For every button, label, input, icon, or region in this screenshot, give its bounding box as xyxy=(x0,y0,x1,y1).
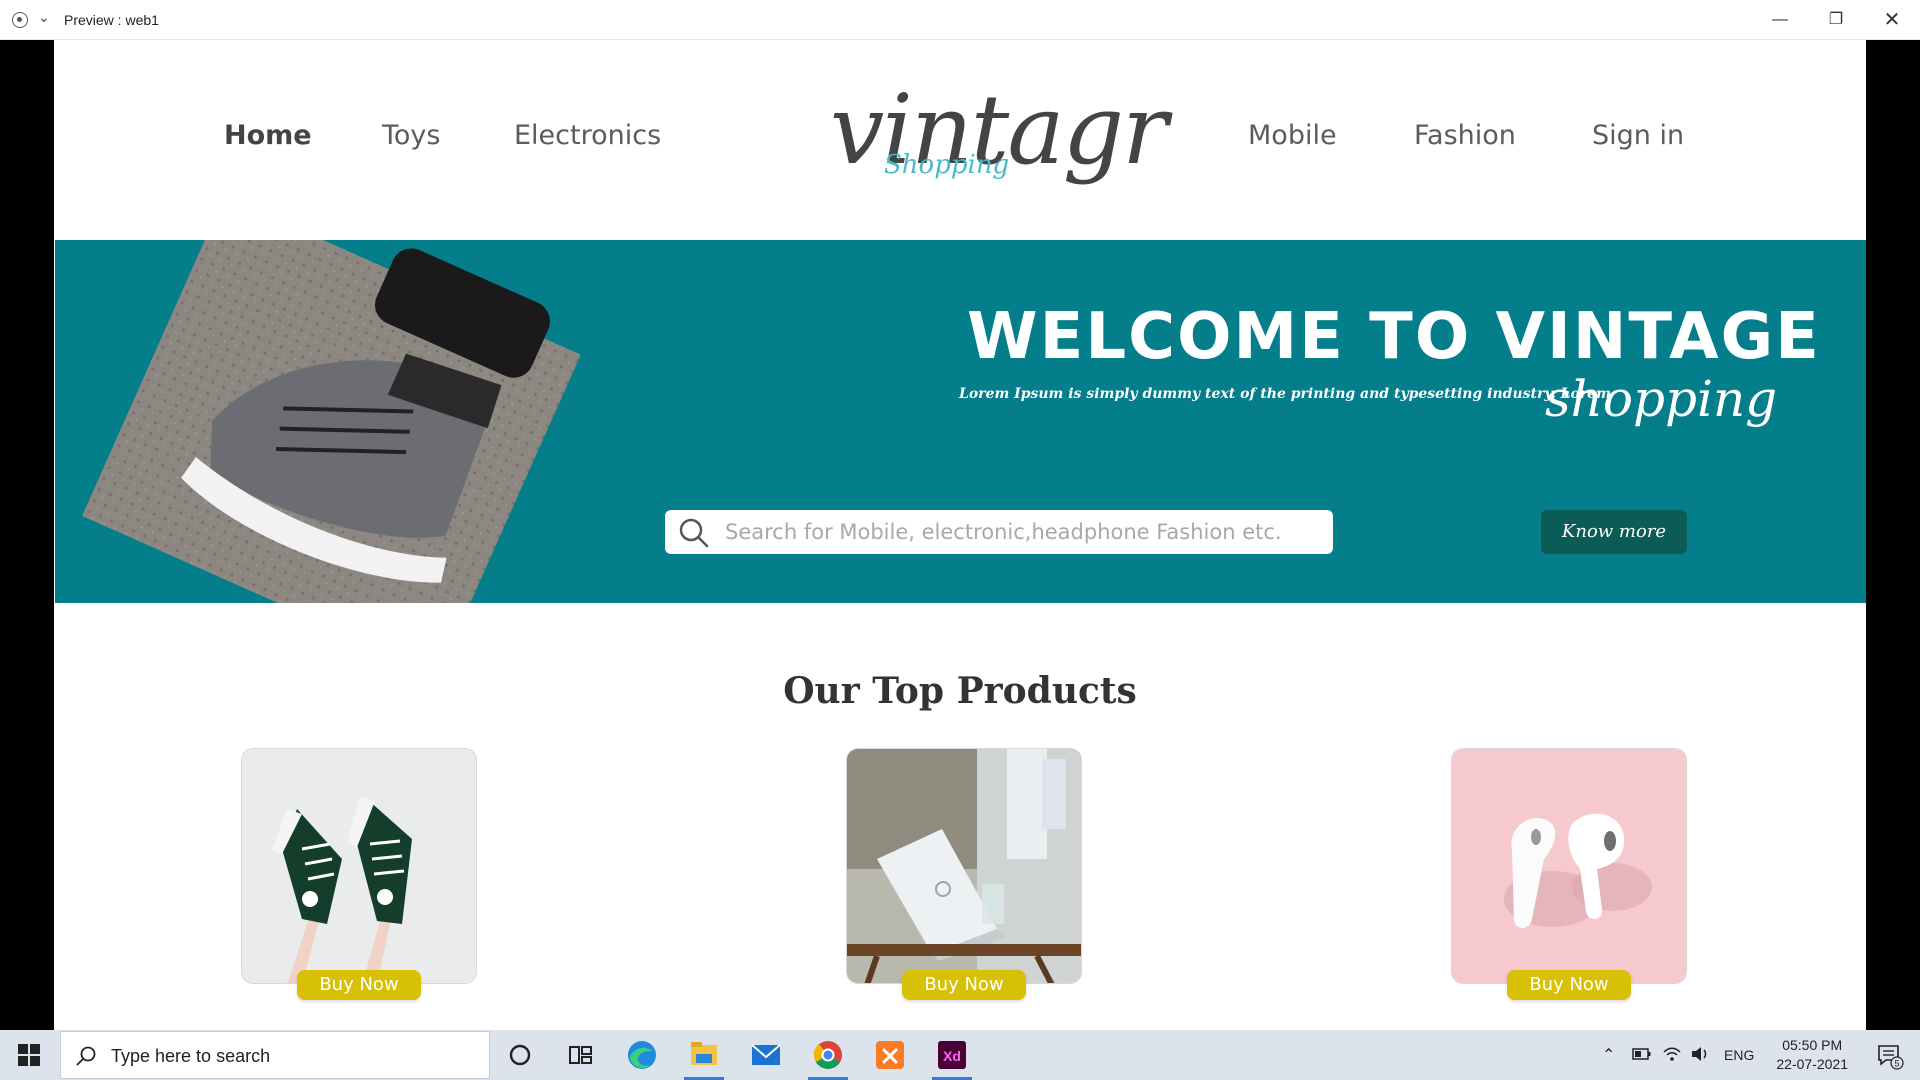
product-card-sneakers[interactable] xyxy=(241,748,477,984)
chevron-up-icon[interactable]: ⌃ xyxy=(1602,1045,1615,1065)
mail-icon[interactable] xyxy=(740,1030,792,1080)
clock-date: 22-07-2021 xyxy=(1776,1056,1848,1072)
sneakers-image xyxy=(242,749,476,983)
preview-icon xyxy=(12,12,28,28)
buy-now-button[interactable]: Buy Now xyxy=(902,970,1026,1000)
hero-title: WELCOME TO VINTAGE xyxy=(967,300,1821,374)
nav-toys[interactable]: Toys xyxy=(382,120,440,151)
hero-shoe-image xyxy=(82,240,581,603)
volume-icon[interactable] xyxy=(1690,1045,1710,1063)
task-view-icon[interactable] xyxy=(554,1030,606,1080)
laptop-image xyxy=(847,749,1081,983)
product-card-laptop[interactable] xyxy=(846,748,1082,984)
hero-subtitle: Lorem Ipsum is simply dummy text of the … xyxy=(959,386,1611,402)
search-input[interactable] xyxy=(725,510,1321,554)
taskbar-search-placeholder: Type here to search xyxy=(111,1046,271,1066)
adobe-xd-icon[interactable]: Xd xyxy=(926,1030,978,1080)
search-icon xyxy=(76,1046,96,1066)
hero-banner: WELCOME TO VINTAGE Lorem Ipsum is simply… xyxy=(55,240,1866,603)
search-bar xyxy=(665,510,1333,554)
know-more-button[interactable]: Know more xyxy=(1541,510,1687,554)
nav-mobile[interactable]: Mobile xyxy=(1248,120,1337,151)
xampp-icon[interactable] xyxy=(864,1030,916,1080)
window-titlebar: ⌄ Preview : web1 — ❐ ✕ xyxy=(0,0,1920,40)
windows-start-icon[interactable] xyxy=(18,1044,40,1066)
clock-time: 05:50 PM xyxy=(1782,1037,1843,1053)
close-button[interactable]: ✕ xyxy=(1864,0,1920,40)
svg-text:Xd: Xd xyxy=(943,1048,961,1064)
nav-sign-in[interactable]: Sign in xyxy=(1592,120,1684,151)
nav-home[interactable]: Home xyxy=(224,120,312,151)
site-logo[interactable]: vintagr Shopping xyxy=(824,70,1168,220)
artboard: Home Toys Electronics vintagr Shopping M… xyxy=(54,40,1866,1030)
buy-now-button[interactable]: Buy Now xyxy=(1507,970,1631,1000)
file-explorer-icon[interactable] xyxy=(678,1030,730,1080)
nav-electronics[interactable]: Electronics xyxy=(514,120,661,151)
battery-icon[interactable] xyxy=(1632,1047,1652,1061)
logo-tagline: Shopping xyxy=(884,150,1010,180)
products-section-title: Our Top Products xyxy=(783,670,1137,712)
taskbar-search[interactable]: Type here to search xyxy=(60,1031,490,1079)
chrome-icon[interactable] xyxy=(802,1030,854,1080)
product-card-earbuds[interactable] xyxy=(1451,748,1687,984)
taskbar: Type here to search Xd ⌃ ENG 05:50 PM 22… xyxy=(0,1030,1920,1080)
language-indicator[interactable]: ENG xyxy=(1724,1047,1754,1063)
earbuds-image xyxy=(1452,749,1686,983)
nav-fashion[interactable]: Fashion xyxy=(1414,120,1516,151)
cortana-icon[interactable] xyxy=(494,1030,546,1080)
chevron-down-icon[interactable]: ⌄ xyxy=(38,9,50,26)
taskbar-clock[interactable]: 05:50 PM 22-07-2021 xyxy=(1776,1036,1848,1074)
top-navigation: Home Toys Electronics vintagr Shopping M… xyxy=(54,40,1866,240)
buy-now-button[interactable]: Buy Now xyxy=(297,970,421,1000)
search-icon[interactable] xyxy=(677,516,711,550)
edge-icon[interactable] xyxy=(616,1030,668,1080)
window-title: Preview : web1 xyxy=(64,12,159,28)
hero-script-text: shopping xyxy=(1545,370,1778,428)
wifi-icon[interactable] xyxy=(1662,1045,1682,1063)
notification-center-icon[interactable]: 5 xyxy=(1876,1042,1904,1070)
notification-count: 5 xyxy=(1894,1059,1899,1069)
minimize-button[interactable]: — xyxy=(1752,0,1808,40)
restore-button[interactable]: ❐ xyxy=(1808,0,1864,40)
